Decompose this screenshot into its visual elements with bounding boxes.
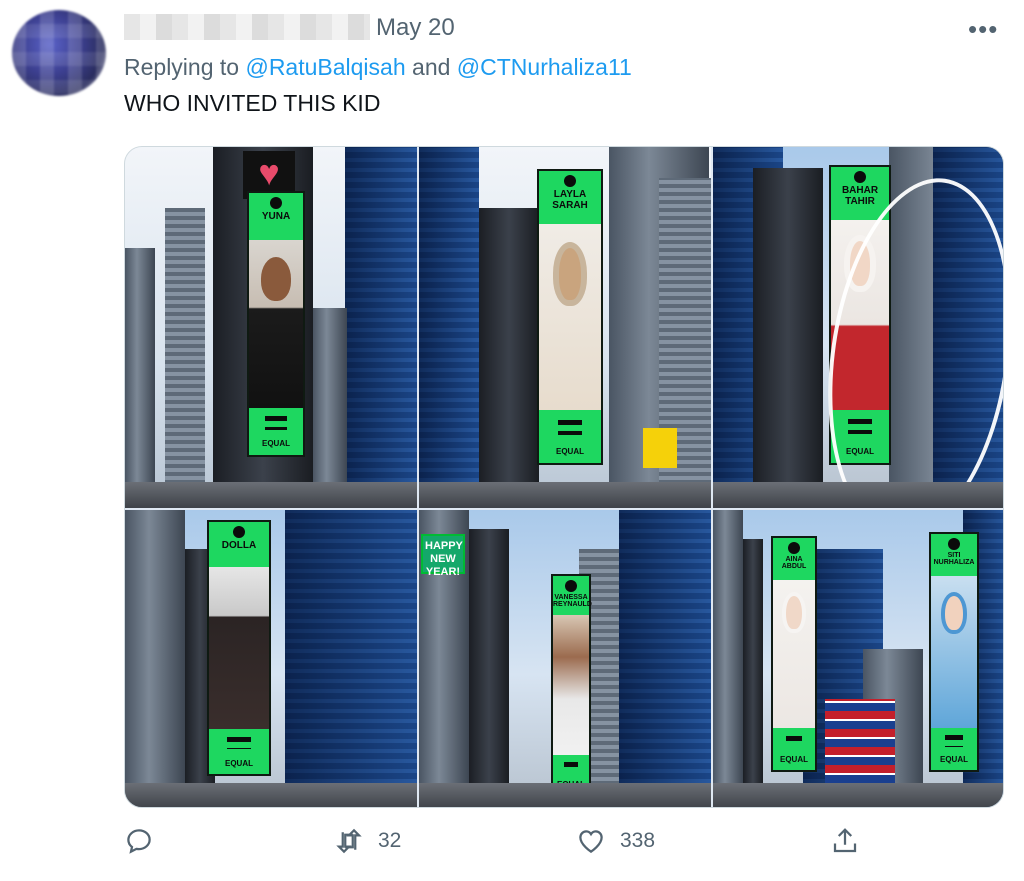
media-panel-vanessa[interactable]: HAPPY NEW YEAR! VANESSA REYNAULD EQUAL <box>419 510 711 807</box>
share-button[interactable] <box>830 826 860 856</box>
face <box>782 591 806 634</box>
billboard-header: SITI NURHALIZA <box>931 534 977 577</box>
building <box>345 147 417 508</box>
artist-photo <box>249 240 303 408</box>
billboard-footer: EQUAL <box>249 407 303 455</box>
building <box>165 208 205 508</box>
street <box>125 482 417 508</box>
spotify-icon <box>233 526 245 538</box>
billboard-yuna: YUNA EQUAL <box>247 191 305 457</box>
retweet-icon <box>334 826 364 856</box>
username-blurred[interactable] <box>124 14 370 40</box>
more-icon[interactable]: ••• <box>968 14 998 45</box>
artist-name: SITI NURHALIZA <box>933 552 975 566</box>
artist-photo <box>209 567 269 729</box>
artist-name: VANESSA REYNAULD <box>553 594 592 608</box>
billboard-footer: EQUAL <box>209 728 269 774</box>
artist-name: BAHAR TAHIR <box>841 185 879 207</box>
replying-to: Replying to @RatuBalqisah and @CTNurhali… <box>124 54 632 81</box>
spotify-icon <box>270 197 282 209</box>
artist-photo <box>773 579 815 729</box>
media-panel-dolla[interactable]: DOLLA EQUAL <box>125 510 417 807</box>
street <box>125 783 417 807</box>
building <box>743 539 763 807</box>
billboard-header: YUNA <box>249 193 303 241</box>
media-panel-aina-siti[interactable]: AINA ABDUL EQUAL SITI NURHALIZA EQUAL <box>713 510 1003 807</box>
like-count: 338 <box>620 829 656 852</box>
billboard-dolla: DOLLA EQUAL <box>207 520 271 776</box>
retweet-count: 32 <box>378 829 402 852</box>
avatar[interactable] <box>12 10 106 96</box>
street <box>419 783 711 807</box>
spotify-icon <box>564 175 576 187</box>
artist-photo <box>931 576 977 728</box>
building <box>313 308 347 508</box>
artist-name: YUNA <box>261 211 291 222</box>
media-panel-yuna[interactable]: ♥ YUNA EQUAL <box>125 147 417 508</box>
artist-name: LAYLA SARAH <box>552 189 588 211</box>
tweet-text: WHO INVITED THIS KID <box>124 90 381 116</box>
mention-ratubalqisah[interactable]: @RatuBalqisah <box>245 54 405 80</box>
billboard-footer: EQUAL <box>539 410 601 463</box>
artist-photo <box>539 223 601 411</box>
billboard-siti: SITI NURHALIZA EQUAL <box>929 532 979 772</box>
spotify-icon <box>854 171 866 183</box>
building <box>469 529 509 807</box>
billboard-header: AINA ABDUL <box>773 538 815 580</box>
tweet-date[interactable]: May 20 <box>376 14 455 42</box>
billboard-layla: LAYLA SARAH EQUAL <box>537 169 603 465</box>
billboard-header: VANESSA REYNAULD <box>553 576 592 616</box>
artist-name: DOLLA <box>221 540 257 551</box>
spotify-icon <box>948 538 960 550</box>
reply-button[interactable] <box>124 826 168 856</box>
retweet-button[interactable]: 32 <box>334 826 401 856</box>
billboard-footer: EQUAL <box>773 728 815 770</box>
tweet-actions: 32 338 <box>0 826 1024 866</box>
billboard-header: LAYLA SARAH <box>539 171 601 224</box>
reply-icon <box>124 826 154 856</box>
media-panel-bahar[interactable]: BAHAR TAHIR EQUAL <box>713 147 1003 508</box>
building <box>419 147 479 508</box>
replying-prefix: Replying to <box>124 54 246 80</box>
artist-name: AINA ABDUL <box>781 556 807 570</box>
billboard-header: BAHAR TAHIR <box>831 167 889 221</box>
spotify-icon <box>565 580 577 592</box>
billboard-yellow <box>643 428 677 468</box>
billboard-vanessa: VANESSA REYNAULD EQUAL <box>551 574 592 796</box>
building <box>125 248 155 508</box>
face <box>552 242 588 306</box>
replying-and: and <box>405 54 457 80</box>
building <box>479 208 539 508</box>
face <box>260 256 292 301</box>
street <box>713 482 1003 508</box>
billboard-aina: AINA ABDUL EQUAL <box>771 536 817 772</box>
media-panel-layla[interactable]: LAYLA SARAH EQUAL <box>419 147 711 508</box>
billboard-header: DOLLA <box>209 522 269 568</box>
building <box>713 510 743 807</box>
happy-new-year-sign: HAPPY NEW YEAR! <box>421 534 465 578</box>
building <box>125 510 185 807</box>
face <box>941 591 967 634</box>
building <box>285 510 417 807</box>
street <box>713 783 1003 807</box>
share-icon <box>830 826 860 856</box>
billboard-footer: EQUAL <box>931 727 977 770</box>
media-grid[interactable]: ♥ YUNA EQUAL LAYLA SARAH EQUAL BAHAR TAH… <box>124 146 1004 808</box>
street <box>419 482 711 508</box>
artist-photo <box>553 615 589 755</box>
spotify-icon <box>788 542 800 554</box>
mention-ctnurhaliza11[interactable]: @CTNurhaliza11 <box>457 54 632 80</box>
heart-icon <box>576 826 606 856</box>
building <box>753 168 823 508</box>
like-button[interactable]: 338 <box>576 826 655 856</box>
building <box>619 510 711 807</box>
